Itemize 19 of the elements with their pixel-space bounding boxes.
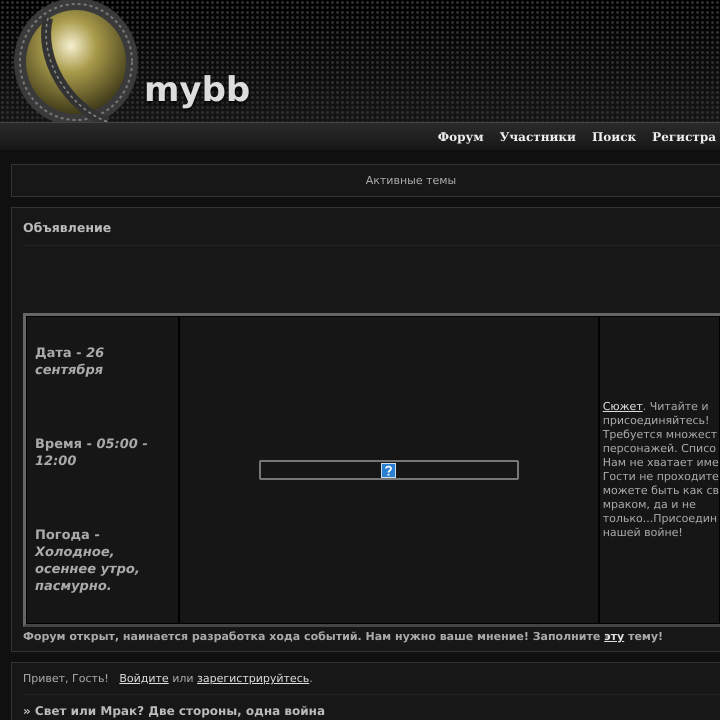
info-text: Дата - 26 сентября: [35, 345, 106, 380]
plot-text: Сюжет. Читайте и присоединяйтесь! Требуется множест персонажей. Списо Нам не хватает име Гости не проходите можете быть как св мраком, да и не только...Присоедин нашей войне!: [602, 400, 719, 540]
announcement-text: Форум открыт, наинается разработка хода событий. Нам нужно ваше мнение! Заполните эту тему!: [23, 630, 664, 643]
active-topics-link[interactable]: Активные темы: [366, 174, 456, 187]
register-link[interactable]: зарегистрируйтесь: [197, 672, 310, 685]
nav-link[interactable]: Участники: [500, 130, 576, 144]
announcement-title: Объявление: [23, 220, 112, 235]
info-text: Погода - Холодное, осеннее утро, пасмурно.: [35, 526, 141, 595]
topic-title: » Свет или Мрак? Две стороны, одна война: [23, 704, 326, 718]
info-text: Время - 05:00 - 12:00: [35, 436, 149, 470]
logo-text: mybb: [144, 70, 250, 110]
plot-link[interactable]: Сюжет: [602, 400, 643, 413]
guest-greeting: Привет, Гость! Войдите или зарегистрируйтесь.: [23, 672, 314, 685]
topic-link[interactable]: эту: [604, 630, 624, 643]
nav-link[interactable]: Поиск: [592, 130, 636, 144]
login-link[interactable]: Войдите: [119, 672, 169, 685]
broken-image-icon: [381, 462, 396, 478]
nav-link[interactable]: Регистра: [652, 130, 716, 144]
nav-link[interactable]: Форум: [438, 130, 484, 144]
